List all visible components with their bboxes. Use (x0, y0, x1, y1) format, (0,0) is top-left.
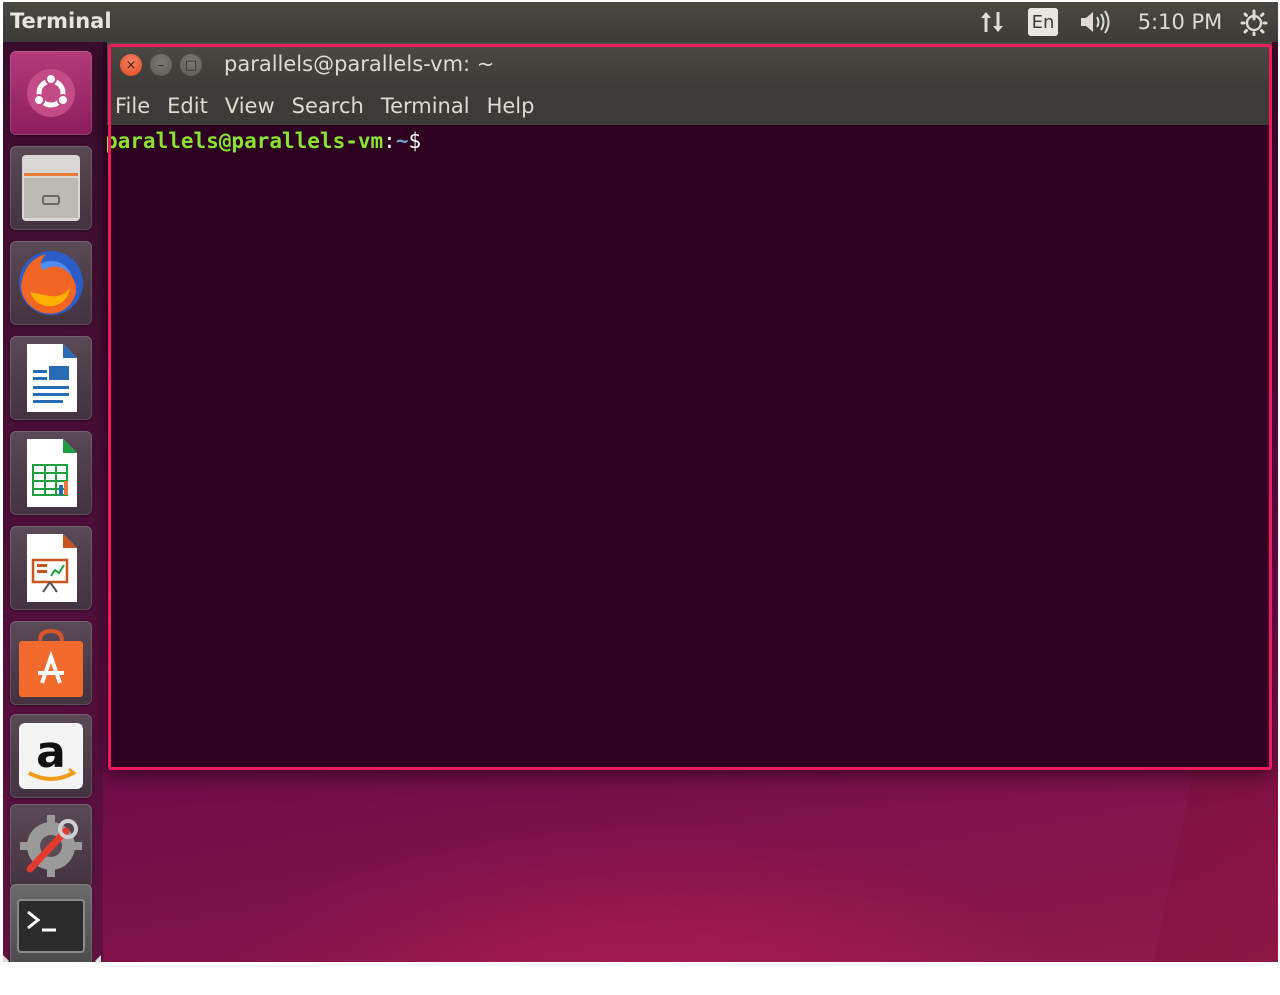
prompt-symbol: $ (408, 129, 422, 153)
firefox-icon (19, 251, 83, 315)
volume-indicator[interactable] (1075, 2, 1115, 42)
top-panel: Terminal En 5:10 PM (3, 2, 1278, 42)
menu-bar: File Edit View Search Terminal Help (107, 87, 1272, 125)
maximize-button[interactable]: □ (180, 54, 202, 76)
shell-prompt: parallels@parallels-vm:~$ (107, 129, 421, 153)
menu-view[interactable]: View (225, 94, 275, 118)
minimize-icon: – (157, 57, 165, 73)
desktop: Terminal En 5:10 PM a × – □ parallels@pa… (3, 2, 1278, 962)
launcher-calc[interactable] (10, 431, 92, 515)
launcher-writer[interactable] (10, 336, 92, 420)
launcher-amazon[interactable]: a (10, 714, 92, 798)
shopping-bag-icon (19, 628, 83, 697)
launcher-dash[interactable] (10, 51, 92, 135)
launcher-files[interactable] (10, 146, 92, 230)
menu-search[interactable]: Search (292, 94, 364, 118)
active-app-title: Terminal (10, 9, 112, 33)
session-indicator[interactable] (1237, 2, 1271, 42)
launcher-system-settings[interactable] (10, 804, 92, 888)
menu-file[interactable]: File (115, 94, 150, 118)
amazon-icon: a (19, 723, 83, 789)
prompt-path: ~ (395, 129, 409, 153)
clock-time: 5:10 PM (1137, 10, 1223, 34)
ubuntu-logo-icon (27, 69, 75, 117)
minimize-button[interactable]: – (150, 54, 172, 76)
prompt-separator: : (383, 129, 396, 153)
launcher-focus-indicator-right (95, 955, 101, 962)
window-title: parallels@parallels-vm: ~ (224, 52, 495, 76)
menu-edit[interactable]: Edit (167, 94, 208, 118)
keyboard-layout-indicator[interactable]: En (1025, 2, 1061, 42)
writer-document-icon (27, 344, 77, 412)
svg-text:a: a (36, 727, 66, 778)
impress-presentation-icon (27, 534, 77, 602)
close-icon: × (125, 57, 137, 73)
network-updown-icon (981, 12, 1003, 32)
menu-help[interactable]: Help (487, 94, 535, 118)
keyboard-layout-label: En (1028, 8, 1058, 36)
calc-spreadsheet-icon (27, 439, 77, 507)
prompt-user-host: parallels@parallels-vm (107, 129, 384, 153)
terminal-window[interactable]: × – □ parallels@parallels-vm: ~ File Edi… (107, 42, 1272, 769)
file-cabinet-icon (22, 155, 80, 221)
maximize-icon: □ (184, 57, 198, 73)
launcher-active-indicator-left (3, 955, 9, 962)
launcher-impress[interactable] (10, 526, 92, 610)
network-indicator[interactable] (975, 2, 1009, 42)
volume-icon (1081, 10, 1110, 34)
terminal-scrollbar[interactable] (1267, 125, 1272, 769)
settings-wrench-icon (20, 815, 82, 877)
terminal-prompt-icon (17, 899, 85, 953)
launcher-software-center[interactable] (10, 621, 92, 705)
window-titlebar[interactable]: × – □ parallels@parallels-vm: ~ (107, 42, 1272, 87)
menu-terminal[interactable]: Terminal (381, 94, 470, 118)
power-gear-icon (1240, 9, 1268, 36)
terminal-output[interactable]: parallels@parallels-vm:~$ (107, 125, 1267, 769)
close-button[interactable]: × (120, 54, 142, 76)
launcher: a (3, 42, 103, 962)
clock-indicator[interactable]: 5:10 PM (1131, 2, 1229, 42)
launcher-terminal[interactable] (10, 884, 92, 962)
launcher-firefox[interactable] (10, 241, 92, 325)
